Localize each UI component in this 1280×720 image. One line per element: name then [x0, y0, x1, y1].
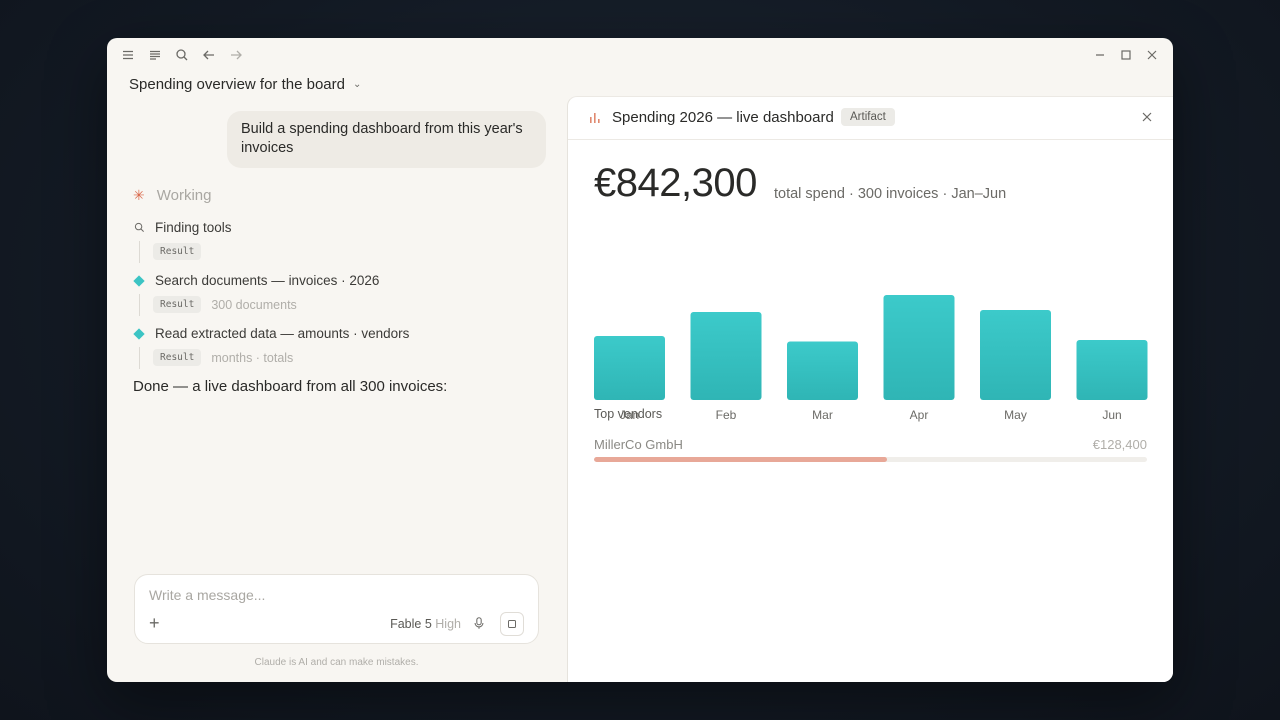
minimize-icon[interactable]	[1092, 47, 1108, 63]
diamond-icon	[133, 274, 145, 287]
model-effort: High	[435, 617, 461, 631]
top-vendors-heading: Top vendors	[594, 407, 663, 421]
step-result: Result 300 documents	[153, 296, 297, 313]
done-message: Done — a live dashboard from all 300 inv…	[133, 378, 448, 395]
result-tag[interactable]: Result	[153, 296, 202, 313]
step-read-extracted-data[interactable]: Read extracted data — amounts · vendors	[133, 326, 409, 341]
forward-arrow-icon[interactable]	[228, 47, 244, 63]
result-text: months · totals	[211, 350, 294, 365]
message-composer[interactable]: Write a message... + Fable 5 High	[134, 574, 539, 644]
artifact-badge: Artifact	[841, 108, 895, 126]
artifact-header: Spending 2026 — live dashboard Artifact	[568, 97, 1173, 140]
spark-icon: ✳	[133, 187, 145, 203]
step-result: Result months · totals	[153, 349, 293, 366]
stop-button[interactable]	[500, 612, 524, 636]
search-icon[interactable]	[174, 47, 190, 63]
disclaimer: Claude is AI and can make mistakes.	[254, 657, 419, 668]
bar-jan	[594, 336, 665, 400]
vendor-share-bar	[594, 457, 1147, 462]
conversation-title-text: Spending overview for the board	[129, 76, 345, 93]
step-label: Search documents — invoices · 2026	[155, 273, 380, 288]
x-tick-label: Jun	[1102, 408, 1121, 422]
close-icon[interactable]	[1144, 47, 1160, 63]
app-window: Spending overview for the board ⌄ Build …	[107, 38, 1173, 682]
step-label: Read extracted data — amounts · vendors	[155, 326, 410, 341]
microphone-icon[interactable]	[472, 616, 488, 632]
title-bar	[107, 38, 1173, 72]
artifact-title: Spending 2026 — live dashboard	[612, 109, 834, 126]
model-name: Fable 5	[390, 617, 432, 631]
step-connector	[139, 241, 140, 263]
bar-apr	[883, 295, 955, 400]
diamond-icon	[133, 327, 145, 340]
working-label: Working	[156, 187, 212, 204]
maximize-icon[interactable]	[1118, 47, 1134, 63]
step-result: Result	[153, 243, 211, 260]
bar-feb	[690, 312, 762, 400]
vendor-name: MillerCo GmbH	[594, 437, 683, 452]
chevron-down-icon: ⌄	[352, 79, 362, 90]
stop-icon	[508, 620, 516, 628]
close-icon[interactable]	[1141, 111, 1153, 123]
total-summary: total spend · 300 invoices · Jan–Jun	[774, 186, 1007, 202]
vendor-value: €128,400	[1092, 437, 1147, 452]
result-text: 300 documents	[211, 297, 297, 312]
bar-mar	[787, 341, 858, 400]
back-arrow-icon[interactable]	[201, 47, 217, 63]
step-search-documents[interactable]: Search documents — invoices · 2026	[133, 273, 379, 288]
conversation-title[interactable]: Spending overview for the board ⌄	[129, 76, 361, 93]
bar-chart-icon	[590, 113, 600, 123]
bar-jun	[1076, 340, 1148, 400]
step-label: Finding tools	[155, 220, 232, 235]
model-selector[interactable]: Fable 5 High	[390, 617, 461, 631]
result-tag[interactable]: Result	[153, 243, 202, 260]
vendor-share-fill	[594, 457, 888, 462]
working-status: ✳ Working	[133, 187, 211, 204]
list-icon[interactable]	[147, 47, 163, 63]
x-tick-label: Apr	[910, 408, 929, 422]
plus-icon[interactable]: +	[149, 613, 160, 634]
step-connector	[139, 347, 140, 369]
menu-icon[interactable]	[120, 47, 136, 63]
x-tick-label: Mar	[812, 408, 833, 422]
message-input[interactable]: Write a message...	[149, 587, 265, 603]
total-spend: €842,300	[594, 161, 757, 205]
step-finding-tools[interactable]: Finding tools	[133, 220, 232, 235]
step-connector	[139, 294, 140, 316]
bar-may	[980, 310, 1051, 400]
x-tick-label: Feb	[716, 408, 737, 422]
result-tag[interactable]: Result	[153, 349, 202, 366]
x-tick-label: May	[1004, 408, 1027, 422]
artifact-panel: Spending 2026 — live dashboard Artifact …	[567, 96, 1173, 682]
search-icon	[133, 222, 145, 234]
user-message: Build a spending dashboard from this yea…	[227, 111, 546, 168]
